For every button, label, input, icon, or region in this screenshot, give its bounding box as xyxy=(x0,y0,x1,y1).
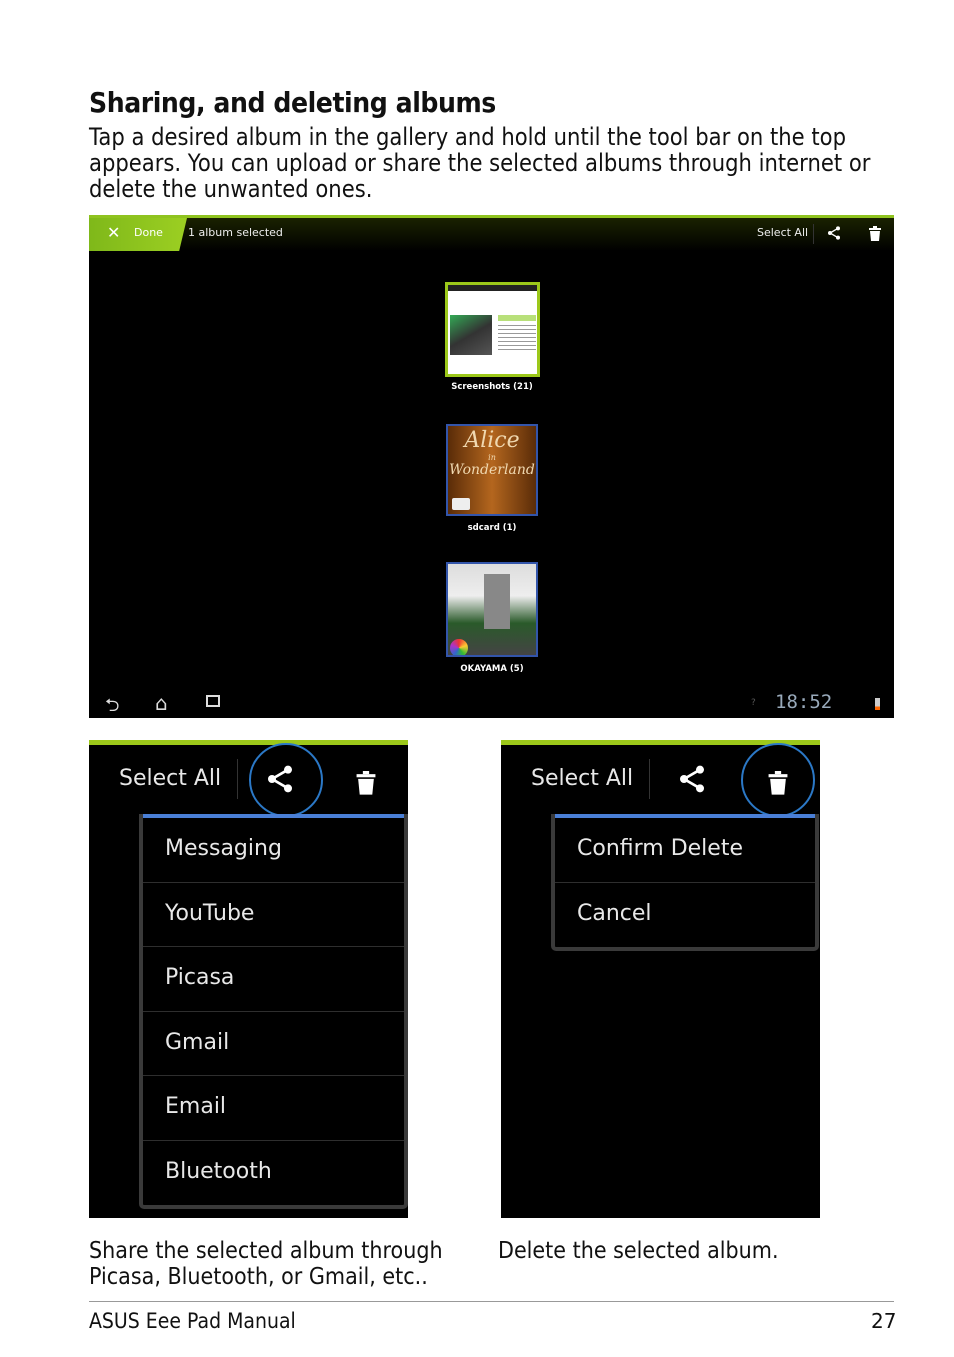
trash-icon[interactable] xyxy=(767,767,789,797)
gallery-screenshot: ✕ Done 1 album selected Select All Scree… xyxy=(89,215,894,718)
intro-text: Tap a desired album in the gallery and h… xyxy=(89,123,871,203)
home-icon[interactable]: ⌂ xyxy=(155,691,168,715)
share-icon[interactable] xyxy=(826,225,842,241)
close-icon: ✕ xyxy=(107,223,121,242)
divider xyxy=(813,224,814,244)
album-thumb-okayama[interactable] xyxy=(446,562,538,657)
share-icon[interactable] xyxy=(676,763,708,795)
album-label: sdcard (1) xyxy=(467,523,517,533)
select-all-button[interactable]: Select All xyxy=(757,226,808,239)
folder-icon xyxy=(452,498,470,510)
album-label: Screenshots (21) xyxy=(451,382,533,392)
done-label: Done xyxy=(134,226,163,239)
album-thumb-sdcard[interactable]: Alice in Wonderland xyxy=(446,424,538,516)
menu-item-youtube[interactable]: YouTube xyxy=(143,883,404,947)
album-label: OKAYAMA (5) xyxy=(460,664,524,674)
select-all-button[interactable]: Select All xyxy=(531,766,633,791)
action-bar: ✕ Done 1 album selected Select All xyxy=(89,215,894,251)
clock: 18:52 xyxy=(775,691,833,713)
confirm-delete-button[interactable]: Confirm Delete xyxy=(555,818,815,883)
selection-status: 1 album selected xyxy=(188,226,283,239)
section-heading: Sharing, and deleting albums xyxy=(89,86,496,119)
delete-caption: Delete the selected album. xyxy=(498,1238,779,1264)
back-icon[interactable]: ⮌ xyxy=(105,693,119,718)
delete-panel: Select All xyxy=(501,740,820,1218)
share-caption: Share the selected album through Picasa,… xyxy=(89,1238,443,1290)
menu-item-email[interactable]: Email xyxy=(143,1076,404,1141)
wifi-icon: ? xyxy=(751,698,756,708)
trash-icon[interactable] xyxy=(355,767,377,797)
delete-menu: Confirm Delete Cancel xyxy=(551,814,819,951)
trash-icon[interactable] xyxy=(868,225,882,241)
picasa-icon xyxy=(450,639,468,655)
share-menu: Messaging YouTube Picasa Gmail Email Blu… xyxy=(139,814,408,1209)
select-all-button[interactable]: Select All xyxy=(119,766,221,791)
highlight-circle xyxy=(249,743,323,817)
cancel-button[interactable]: Cancel xyxy=(555,883,815,948)
menu-item-picasa[interactable]: Picasa xyxy=(143,947,404,1012)
recent-apps-icon[interactable] xyxy=(206,695,220,707)
page-number: 27 xyxy=(871,1309,897,1333)
cover-text: Alice xyxy=(464,428,520,453)
cover-text: Wonderland xyxy=(449,462,535,478)
done-button[interactable]: ✕ Done xyxy=(89,218,187,251)
battery-icon xyxy=(875,698,880,710)
album-thumb-screenshots[interactable] xyxy=(445,282,540,377)
cover-text: in xyxy=(488,453,496,462)
menu-item-messaging[interactable]: Messaging xyxy=(143,818,404,883)
menu-item-bluetooth[interactable]: Bluetooth xyxy=(143,1141,404,1206)
footer-divider xyxy=(89,1301,894,1302)
menu-item-gmail[interactable]: Gmail xyxy=(143,1012,404,1076)
footer-title: ASUS Eee Pad Manual xyxy=(89,1309,296,1333)
